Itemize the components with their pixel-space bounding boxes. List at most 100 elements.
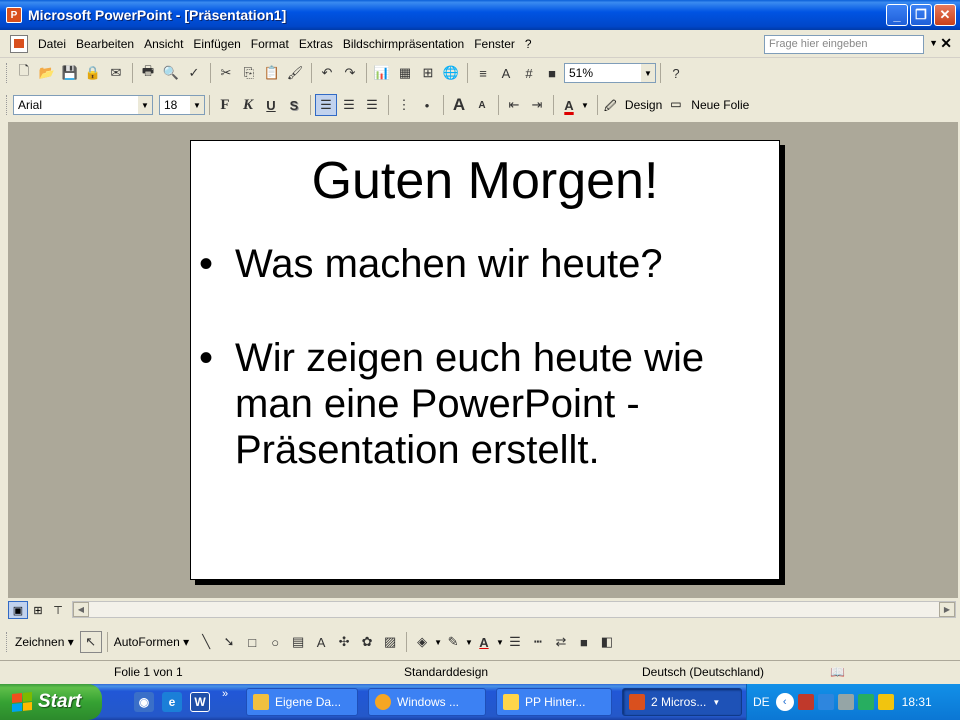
underline-button[interactable]: U <box>260 94 282 116</box>
menu-help[interactable]: ? <box>525 37 532 51</box>
insert-chart-icon[interactable]: 📊 <box>371 62 393 84</box>
clipart-icon[interactable]: ✿ <box>356 631 378 653</box>
menu-extras[interactable]: Extras <box>299 37 333 51</box>
zoom-dropdown-icon[interactable]: ▼ <box>641 64 655 82</box>
autoshapes-menu-button[interactable]: AutoFormen ▾ <box>114 635 189 649</box>
menu-fenster[interactable]: Fenster <box>474 37 515 51</box>
scroll-right-icon[interactable]: ▶ <box>939 602 955 617</box>
select-pointer-icon[interactable]: ↖ <box>79 631 102 653</box>
diagram-icon[interactable]: ✣ <box>333 631 355 653</box>
dash-style-icon[interactable]: ┅ <box>527 631 549 653</box>
word-icon[interactable]: W <box>190 692 210 712</box>
task-eigene-dateien[interactable]: Eigene Da... <box>246 688 358 716</box>
volume-icon[interactable] <box>837 694 854 710</box>
scroll-left-icon[interactable]: ◀ <box>73 602 89 617</box>
new-document-icon[interactable]: 🗋 <box>13 62 35 84</box>
font-size-select[interactable]: 18 ▼ <box>159 95 205 115</box>
menu-bildschirmpraesentation[interactable]: Bildschirmpräsentation <box>343 37 464 51</box>
tables-borders-icon[interactable]: ⊞ <box>417 62 439 84</box>
slide-title[interactable]: Guten Morgen! <box>191 151 779 211</box>
hyperlink-icon[interactable]: 🌐 <box>440 62 462 84</box>
draw-font-color-icon[interactable]: A <box>473 631 495 653</box>
rectangle-icon[interactable]: □ <box>241 631 263 653</box>
font-select[interactable]: Arial ▼ <box>13 95 153 115</box>
design-button[interactable]: 🖉 Design <box>604 97 662 113</box>
document-icon[interactable] <box>10 34 28 53</box>
horizontal-scrollbar[interactable]: ◀ ▶ <box>72 601 956 618</box>
line-icon[interactable]: ╲ <box>195 631 217 653</box>
font-dropdown-icon[interactable]: ▼ <box>138 96 152 114</box>
bullet-item[interactable]: • Was machen wir heute? <box>199 241 759 287</box>
align-right-icon[interactable]: ☰ <box>361 94 383 116</box>
font-color-icon[interactable]: A <box>558 94 580 116</box>
ask-question-input[interactable]: Frage hier eingeben <box>764 35 924 54</box>
textbox-icon[interactable]: ▤ <box>287 631 309 653</box>
tray-app-icon[interactable] <box>797 694 814 710</box>
tray-expand-icon[interactable]: ‹ <box>775 693 794 711</box>
internet-explorer-icon[interactable]: e <box>162 692 182 712</box>
draw-font-color-dropdown-icon[interactable]: ▼ <box>496 638 504 647</box>
menu-datei[interactable]: Datei <box>38 37 66 51</box>
undo-icon[interactable]: ↶ <box>316 62 338 84</box>
font-color-dropdown-icon[interactable]: ▼ <box>581 101 589 110</box>
network-icon[interactable] <box>817 694 834 710</box>
toolbar-grip[interactable] <box>6 632 9 652</box>
maximize-button[interactable]: ❐ <box>910 4 932 26</box>
bullet-item[interactable]: • Wir zeigen euch heute wie man eine Pow… <box>199 335 759 473</box>
shadow-button[interactable]: S <box>283 94 305 116</box>
bullets-icon[interactable]: • <box>416 94 438 116</box>
insert-table-icon[interactable]: ▦ <box>394 62 416 84</box>
show-desktop-icon[interactable]: ◉ <box>134 692 154 712</box>
messenger-icon[interactable] <box>877 694 894 710</box>
start-button[interactable]: Start <box>0 684 102 720</box>
print-icon[interactable]: 🖶 <box>137 62 159 84</box>
arrow-icon[interactable]: ➘ <box>218 631 240 653</box>
close-button[interactable]: ✕ <box>934 4 956 26</box>
decrease-indent-icon[interactable]: ⇤ <box>503 94 525 116</box>
paste-icon[interactable]: 📋 <box>261 62 283 84</box>
ask-dropdown-icon[interactable]: ▼ <box>929 38 938 48</box>
zoom-select[interactable]: 51% ▼ <box>564 63 656 83</box>
new-slide-button[interactable]: ▭ Neue Folie <box>670 97 749 113</box>
decrease-font-icon[interactable]: A <box>471 94 493 116</box>
fill-color-icon[interactable]: ◈ <box>411 631 433 653</box>
shadow-style-icon[interactable]: ■ <box>573 631 595 653</box>
fill-color-dropdown-icon[interactable]: ▼ <box>434 638 442 647</box>
spelling-status-icon[interactable]: 📖 <box>830 665 845 679</box>
quicklaunch-more-icon[interactable]: » <box>222 688 228 700</box>
menu-einfuegen[interactable]: Einfügen <box>193 37 240 51</box>
cut-icon[interactable]: ✂ <box>215 62 237 84</box>
open-folder-icon[interactable]: 📂 <box>36 62 58 84</box>
clock[interactable]: 18:31 <box>902 695 932 709</box>
copy-icon[interactable]: ⎘ <box>238 62 260 84</box>
show-formatting-icon[interactable]: A <box>495 62 517 84</box>
minimize-button[interactable]: _ <box>886 4 908 26</box>
expand-all-icon[interactable]: ≡ <box>472 62 494 84</box>
3d-style-icon[interactable]: ◧ <box>596 631 618 653</box>
arrow-style-icon[interactable]: ⇄ <box>550 631 572 653</box>
powerpoint-app-icon[interactable]: P <box>6 7 22 23</box>
permission-icon[interactable]: 🔒 <box>82 62 104 84</box>
italic-button[interactable]: K <box>237 94 259 116</box>
menu-ansicht[interactable]: Ansicht <box>144 37 183 51</box>
grid-icon[interactable]: # <box>518 62 540 84</box>
slide-canvas[interactable]: Guten Morgen! • Was machen wir heute? • … <box>190 140 780 580</box>
slide-sorter-view-icon[interactable]: ⊞ <box>28 601 48 619</box>
font-size-dropdown-icon[interactable]: ▼ <box>190 96 204 114</box>
document-close-button[interactable]: ✕ <box>940 35 952 52</box>
task-microsoft-powerpoint[interactable]: 2 Micros... ▼ <box>622 688 742 716</box>
draw-menu-button[interactable]: Zeichnen ▾ <box>15 635 74 649</box>
toolbar-grip[interactable] <box>6 95 9 115</box>
slide-body[interactable]: • Was machen wir heute? • Wir zeigen euc… <box>199 241 759 521</box>
print-preview-icon[interactable]: 🔍 <box>160 62 182 84</box>
help-icon[interactable]: ? <box>665 62 687 84</box>
bold-button[interactable]: F <box>214 94 236 116</box>
spelling-icon[interactable]: ✓ <box>183 62 205 84</box>
task-pp-hinter[interactable]: PP Hinter... <box>496 688 612 716</box>
menu-format[interactable]: Format <box>251 37 289 51</box>
numbering-icon[interactable]: ⋮ <box>393 94 415 116</box>
line-color-dropdown-icon[interactable]: ▼ <box>465 638 473 647</box>
email-icon[interactable]: ✉ <box>105 62 127 84</box>
language-indicator[interactable]: DE <box>753 695 770 709</box>
color-grayscale-icon[interactable]: ■ <box>541 62 563 84</box>
